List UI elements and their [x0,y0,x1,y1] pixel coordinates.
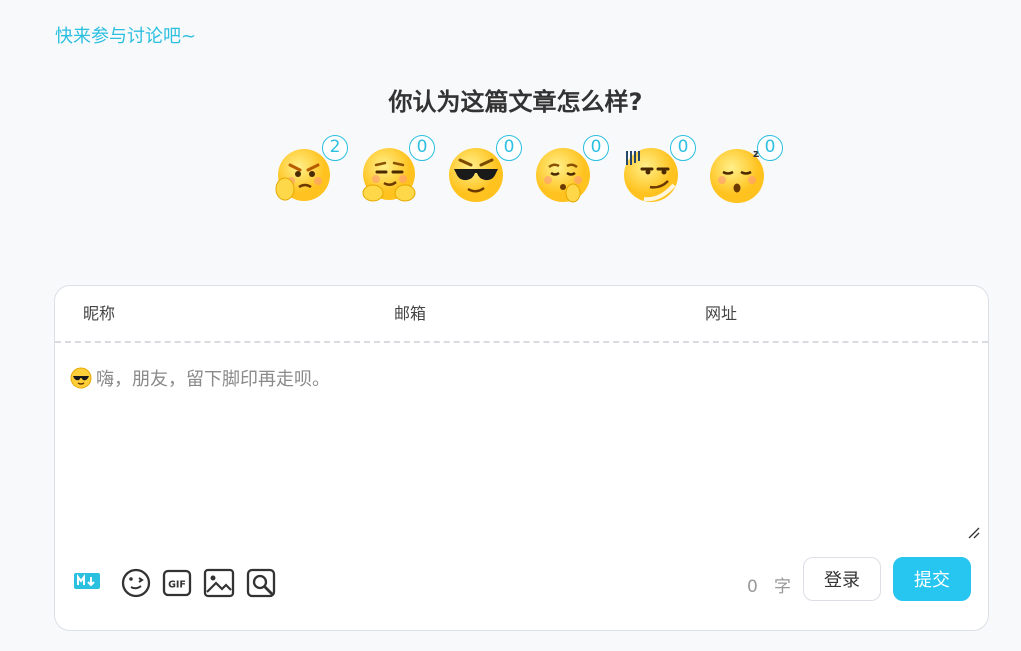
word-counter: 0 字 [747,572,791,597]
svg-text:GIF: GIF [168,580,186,591]
login-button[interactable]: 登录 [803,557,881,601]
reaction-count: 0 [583,135,609,161]
discuss-link[interactable]: 快来参与讨论吧~ [55,22,196,48]
emoji-icon[interactable] [121,568,151,598]
comment-form: GIF 0 字 登录 提交 [54,285,989,631]
reaction-count: 2 [322,135,348,161]
reaction-thinking[interactable]: 0 [531,135,609,210]
editor-toolbar: GIF 0 字 登录 提交 [55,550,988,630]
preview-icon[interactable] [246,568,276,598]
reaction-list: 2 0 0 0 0 z 0 [270,135,783,210]
gif-icon[interactable]: GIF [162,568,192,598]
reaction-smug[interactable]: 0 [357,135,435,210]
word-unit: 字 [774,577,791,597]
comment-textarea[interactable] [55,343,988,543]
email-field[interactable] [366,286,677,341]
reaction-count: 0 [670,135,696,161]
nickname-field[interactable] [55,286,366,341]
image-upload-icon[interactable] [203,568,235,598]
reaction-angry[interactable]: 2 [270,135,348,210]
reaction-count: 0 [409,135,435,161]
reaction-sleepy[interactable]: z z 0 [705,135,783,210]
word-count: 0 [746,577,758,597]
markdown-icon[interactable] [74,572,100,590]
reaction-cool[interactable]: 0 [444,135,522,210]
comment-editor-area [55,343,988,543]
reaction-count: 0 [496,135,522,161]
sunglasses-face-icon [70,367,92,389]
reaction-question: 你认为这篇文章怎么样? [388,88,643,116]
reaction-speechless[interactable]: 0 [618,135,696,210]
reaction-count: 0 [757,135,783,161]
submit-button[interactable]: 提交 [893,557,971,601]
resize-handle-icon[interactable] [968,527,980,539]
website-field[interactable] [677,286,988,341]
comment-meta-fields [55,286,988,343]
comment-section: 快来参与讨论吧~ 你认为这篇文章怎么样? 2 0 0 0 0 z 0 昵称 邮箱… [0,0,1021,651]
